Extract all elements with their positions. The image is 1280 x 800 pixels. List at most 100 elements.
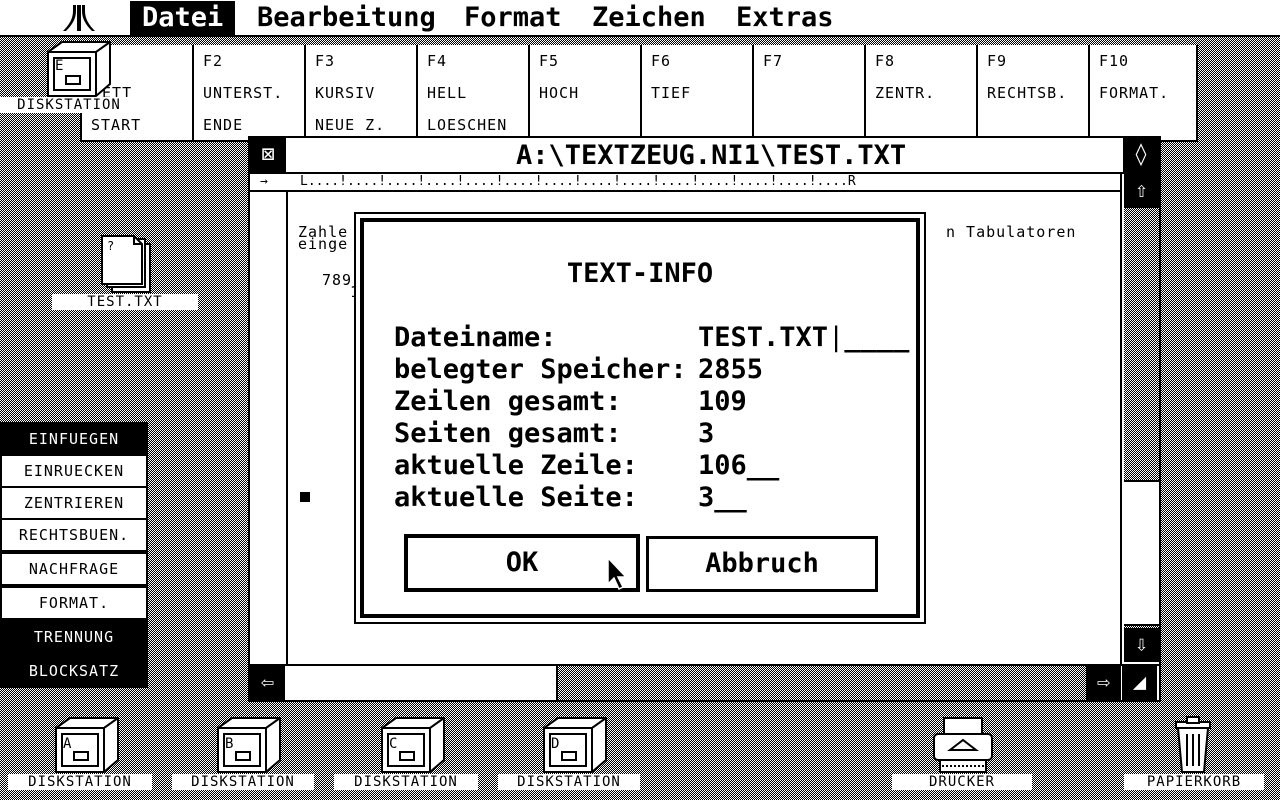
aktuelle-seite-label: aktuelle Seite: <box>394 482 638 513</box>
nachfrage-button[interactable]: NACHFRAGE <box>0 552 148 586</box>
einruecken-button[interactable]: EINRUECKEN <box>0 454 148 488</box>
menu-extras[interactable]: Extras <box>724 1 846 35</box>
dateiname-value: TEST.TXT <box>698 322 829 353</box>
drive-d-label[interactable]: DISKSTATION <box>498 774 640 790</box>
drive-letter: E <box>55 58 64 74</box>
fullsize-window-icon[interactable]: ◊ <box>1123 138 1159 172</box>
fkey-number: F2 <box>203 52 224 70</box>
fkey-f5[interactable]: F5 HOCH <box>528 45 640 140</box>
aktuelle-zeile-value: 106 <box>698 450 747 481</box>
mode-einfuegen-button[interactable]: EINFUEGEN <box>0 422 148 456</box>
aktuelle-zeile-field[interactable]: 106__ <box>698 450 779 482</box>
scroll-down-icon[interactable]: ⇩ <box>1124 628 1159 662</box>
close-window-icon[interactable]: ⊠ <box>250 138 286 172</box>
document-text-line[interactable]: einge <box>298 237 348 252</box>
file-test-txt-label[interactable]: TEST.TXT <box>52 294 198 310</box>
fkey-label: RECHTSB. <box>987 84 1068 102</box>
drive-letter: A <box>63 736 72 752</box>
menu-datei[interactable]: Datei <box>130 1 236 35</box>
fkey-number: F5 <box>539 52 560 70</box>
document-text-line[interactable]: 789 <box>322 273 352 288</box>
menu-zeichen[interactable]: Zeichen <box>580 1 718 35</box>
edit-field-placeholder: __ <box>746 450 780 481</box>
blocksatz-button[interactable]: BLOCKSATZ <box>0 654 148 688</box>
horizontal-scrollbar[interactable]: ⇦ ⇨ ◢ <box>250 664 1159 700</box>
document-file-icon[interactable]: ? <box>100 234 152 294</box>
fkey-label: ZENTR. <box>875 84 936 102</box>
dialog-frame: TEXT-INFO Dateiname: TEST.TXT|____ beleg… <box>360 218 920 618</box>
printer-label[interactable]: DRUCKER <box>892 774 1032 790</box>
fkey-number: F7 <box>763 52 784 70</box>
drive-letter: C <box>389 736 398 752</box>
drive-e-label[interactable]: DISKSTATION <box>0 97 138 113</box>
edit-field-placeholder: ____ <box>844 322 910 353</box>
scroll-right-icon[interactable]: ⇨ <box>1086 666 1121 700</box>
fkey-label: HELL <box>427 84 468 102</box>
fkey-number: F8 <box>875 52 896 70</box>
window-title: A:\TEXTZEUG.NI1\TEST.TXT <box>508 141 915 171</box>
dateiname-field[interactable]: TEST.TXT|____ <box>698 322 909 354</box>
menu-format[interactable]: Format <box>452 1 574 35</box>
fkey-shift-label: NEUE Z. <box>315 116 386 134</box>
dateiname-label: Dateiname: <box>394 322 557 353</box>
fkey-f8[interactable]: F8 ZENTR. <box>864 45 976 140</box>
fkey-label: KURSIV <box>315 84 376 102</box>
drive-b-label[interactable]: DISKSTATION <box>172 774 314 790</box>
aktuelle-seite-field[interactable]: 3__ <box>698 482 747 514</box>
fkey-shift-label: ENDE <box>203 116 244 134</box>
vertical-scrollbar[interactable]: ⇧ ⇩ <box>1120 174 1159 664</box>
drive-letter: B <box>225 736 234 752</box>
resize-handle-icon[interactable]: ◢ <box>1122 666 1157 700</box>
trennung-button[interactable]: TRENNUNG <box>0 620 148 654</box>
trash-icon[interactable] <box>1172 716 1214 774</box>
format-button[interactable]: FORMAT. <box>0 586 148 620</box>
fkey-label: HOCH <box>539 84 580 102</box>
speicher-label: belegter Speicher: <box>394 354 687 385</box>
horizontal-scroll-thumb[interactable] <box>286 666 558 700</box>
scroll-up-icon[interactable]: ⇧ <box>1124 174 1159 208</box>
ruler-marks: L....!....!....!....!....!....!....!....… <box>300 174 856 189</box>
seiten-gesamt-value: 3 <box>698 418 715 449</box>
fkey-number: F6 <box>651 52 672 70</box>
fkey-f6[interactable]: F6 TIEF <box>640 45 752 140</box>
window-title-bar[interactable]: ⊠ A:\TEXTZEUG.NI1\TEST.TXT ◊ <box>250 138 1159 174</box>
zeilen-gesamt-label: Zeilen gesamt: <box>394 386 622 417</box>
drive-c-label[interactable]: DISKSTATION <box>334 774 478 790</box>
fkey-f10[interactable]: F10 FORMAT. <box>1088 45 1200 140</box>
fkey-f7[interactable]: F7 <box>752 45 864 140</box>
left-margin-line <box>286 192 288 664</box>
fkey-f3[interactable]: F3 KURSIV NEUE Z. <box>304 45 416 140</box>
fkey-number: F9 <box>987 52 1008 70</box>
drive-letter: D <box>551 736 560 752</box>
drive-a-label[interactable]: DISKSTATION <box>8 774 152 790</box>
fkey-shift-label: LOESCHEN <box>427 116 508 134</box>
svg-text:?: ? <box>107 239 114 253</box>
abbruch-button[interactable]: Abbruch <box>646 536 878 592</box>
function-key-bar: FETT START F2 UNTERST. ENDE F3 KURSIV NE… <box>80 45 1198 142</box>
zentrieren-button[interactable]: ZENTRIEREN <box>0 486 148 520</box>
fkey-f9[interactable]: F9 RECHTSB. <box>976 45 1088 140</box>
fkey-f2[interactable]: F2 UNTERST. ENDE <box>192 45 304 140</box>
fkey-label: TIEF <box>651 84 692 102</box>
text-cursor <box>300 492 310 502</box>
ok-button[interactable]: OK <box>404 534 640 592</box>
aktuelle-seite-value: 3 <box>698 482 715 513</box>
scroll-left-icon[interactable]: ⇦ <box>250 666 285 700</box>
dialog-title: TEXT-INFO <box>566 258 714 289</box>
speicher-value: 2855 <box>698 354 764 385</box>
rechtsbuendig-button[interactable]: RECHTSBUEN. <box>0 518 148 552</box>
atari-logo-icon[interactable] <box>62 3 96 33</box>
printer-icon[interactable] <box>932 716 994 774</box>
indent-arrow-icon: → <box>260 174 268 189</box>
tab-ruler[interactable]: → L....!....!....!....!....!....!....!...… <box>250 174 1122 192</box>
menu-bearbeitung[interactable]: Bearbeitung <box>245 1 448 35</box>
text-info-dialog: TEXT-INFO Dateiname: TEST.TXT|____ beleg… <box>354 212 926 624</box>
trash-label[interactable]: PAPIERKORB <box>1124 774 1264 790</box>
fkey-f4[interactable]: F4 HELL LOESCHEN <box>416 45 528 140</box>
document-text-line[interactable]: n Tabulatoren <box>946 225 1076 240</box>
aktuelle-zeile-label: aktuelle Zeile: <box>394 450 638 481</box>
horizontal-scroll-track[interactable] <box>286 666 1086 700</box>
menu-bar: Datei Bearbeitung Format Zeichen Extras <box>0 0 1280 37</box>
vertical-scroll-thumb[interactable] <box>1124 480 1159 626</box>
zeilen-gesamt-value: 109 <box>698 386 747 417</box>
